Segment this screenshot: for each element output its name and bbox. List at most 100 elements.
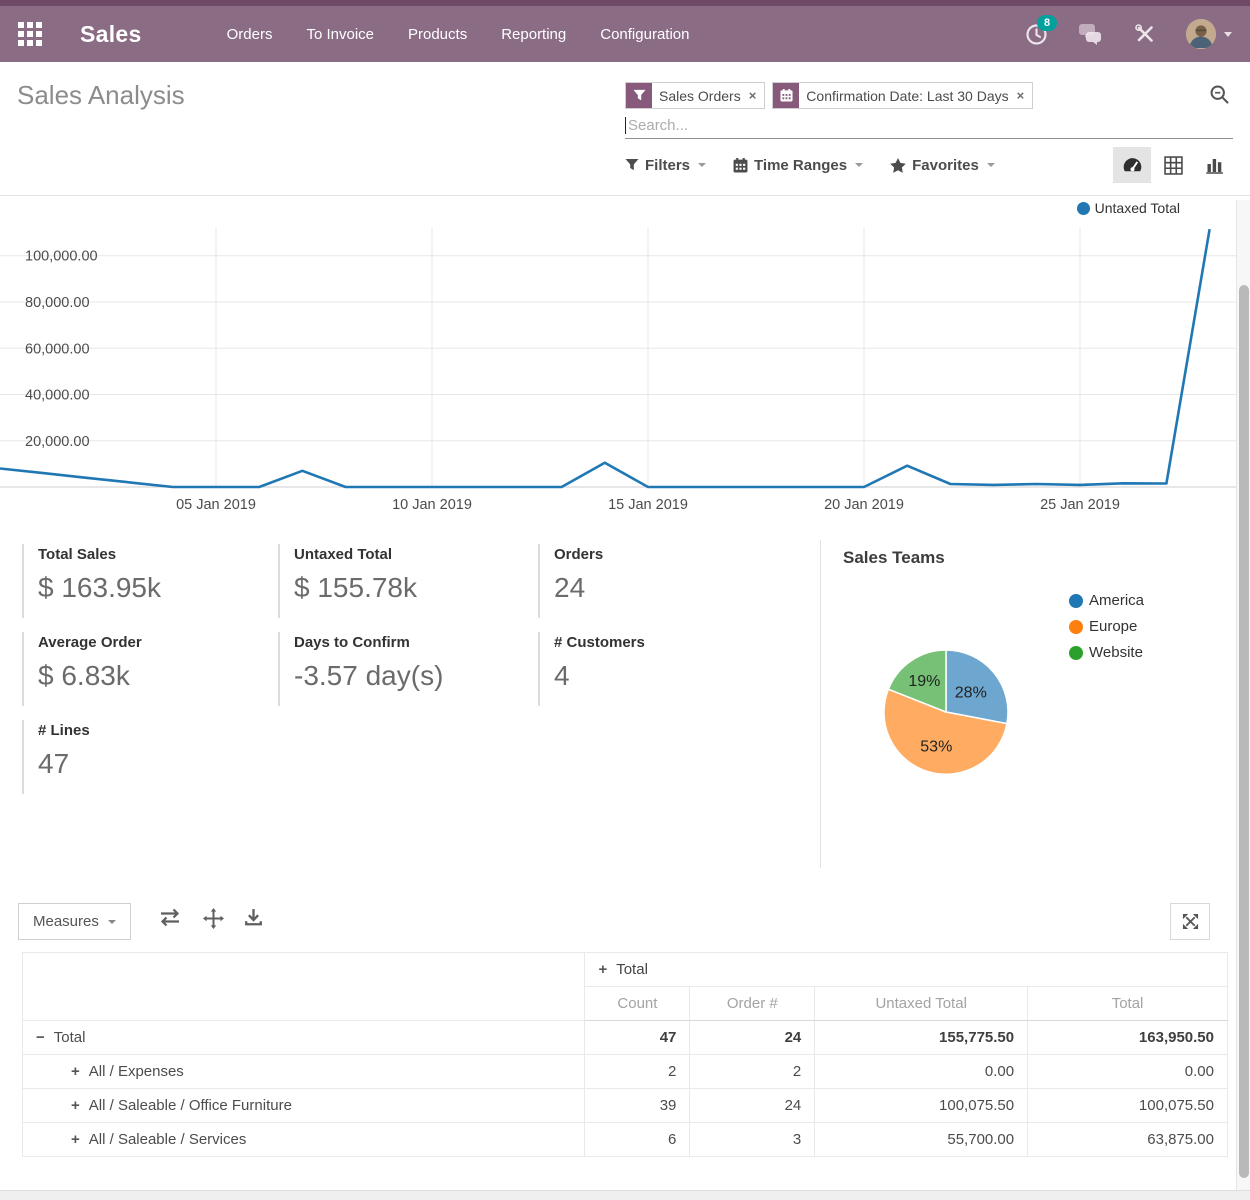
filters-button[interactable]: Filters [625, 157, 706, 174]
legend-dot [1077, 202, 1090, 215]
time-ranges-button[interactable]: Time Ranges [733, 157, 863, 174]
pie-legend-item-europe[interactable]: Europe [1069, 618, 1144, 635]
button-label: Favorites [912, 157, 979, 174]
plus-expander-icon[interactable]: + [71, 1131, 80, 1148]
pivot-row: +All / Saleable / Services6355,700.0063,… [23, 1123, 1228, 1157]
y-axis-tick-label: 80,000.00 [25, 295, 90, 311]
expand-pivot-icon[interactable] [1170, 903, 1210, 940]
nav-item-to-invoice[interactable]: To Invoice [289, 16, 391, 53]
pie-slice-label: 53% [920, 738, 952, 755]
minus-expander-icon[interactable]: − [36, 1029, 45, 1046]
pivot-row-header[interactable]: +All / Expenses [23, 1055, 585, 1089]
view-switch-pivot-icon[interactable] [1154, 147, 1192, 183]
window-bottom-edge [0, 1190, 1250, 1200]
kpi-label: Orders [554, 546, 770, 563]
avatar[interactable] [1186, 19, 1216, 49]
facet-remove-icon[interactable]: × [748, 83, 765, 108]
kpi-card-orders[interactable]: Orders 24 [538, 544, 770, 618]
button-label: Filters [645, 157, 690, 174]
kpi-value: 24 [554, 572, 770, 604]
download-xlsx-icon[interactable] [244, 908, 263, 932]
scrollbar-thumb[interactable] [1239, 285, 1249, 1178]
pivot-measure-header-total[interactable]: Total [1028, 987, 1228, 1021]
legend-dot [1069, 620, 1083, 634]
app-name[interactable]: Sales [80, 21, 142, 48]
pivot-cell: 24 [690, 1021, 815, 1055]
pivot-measure-header-untaxed-total[interactable]: Untaxed Total [815, 987, 1028, 1021]
messages-chat-icon[interactable] [1078, 23, 1104, 45]
top-navbar: Sales OrdersTo InvoiceProductsReportingC… [0, 0, 1250, 62]
plus-expander-icon[interactable]: + [71, 1097, 80, 1114]
nav-item-configuration[interactable]: Configuration [583, 16, 706, 53]
sales-teams-pie-chart[interactable]: 28%53%19% [879, 645, 1013, 779]
pivot-row: −Total4724155,775.50163,950.50 [23, 1021, 1228, 1055]
pie-legend: America Europe Website [1069, 592, 1144, 661]
pivot-column-group-total[interactable]: +Total [585, 953, 1228, 987]
facet-remove-icon[interactable]: × [1016, 83, 1033, 108]
kpi-value: -3.57 day(s) [294, 660, 510, 692]
kpi-card-days-to-confirm[interactable]: Days to Confirm-3.57 day(s) [278, 632, 510, 706]
kpi-card-average-order[interactable]: Average Order$ 6.83k [22, 632, 254, 706]
pivot-measure-header-count[interactable]: Count [585, 987, 690, 1021]
view-switch-graph-icon[interactable] [1195, 147, 1233, 183]
pivot-row-header[interactable]: +All / Saleable / Services [23, 1123, 585, 1157]
nav-item-orders[interactable]: Orders [210, 16, 290, 53]
pivot-row-header[interactable]: −Total [23, 1021, 585, 1055]
calendar-icon [773, 83, 799, 108]
search-magnifier-icon[interactable] [1209, 84, 1230, 110]
pivot-cell: 63,875.00 [1028, 1123, 1228, 1157]
kpi-card--customers[interactable]: # Customers4 [538, 632, 770, 706]
kpi-card--lines[interactable]: # Lines47 [22, 720, 254, 794]
calendar-icon [733, 158, 748, 173]
kpi-card-total-sales[interactable]: Total Sales$ 163.95k [22, 544, 254, 618]
pivot-row-header[interactable]: +All / Saleable / Office Furniture [23, 1089, 585, 1123]
pie-slice-label: 28% [955, 684, 987, 701]
legend-label: Europe [1089, 618, 1137, 635]
pie-legend-item-america[interactable]: America [1069, 592, 1144, 609]
chevron-down-icon [987, 163, 995, 167]
view-switcher [1113, 147, 1233, 183]
pivot-cell: 163,950.50 [1028, 1021, 1228, 1055]
kpi-label: Untaxed Total [294, 546, 510, 563]
text-cursor [625, 117, 626, 134]
plus-expander-icon[interactable]: + [598, 961, 607, 978]
pivot-cell: 6 [585, 1123, 690, 1157]
pivot-measure-header-order-[interactable]: Order # [690, 987, 815, 1021]
kpi-value: 47 [38, 748, 254, 780]
legend-label: Website [1089, 644, 1143, 661]
line-chart-section: Untaxed Total 20,000.0040,000.0060,000.0… [0, 196, 1236, 530]
x-axis-tick-label: 10 Jan 2019 [392, 497, 472, 513]
legend-label: America [1089, 592, 1144, 609]
chevron-down-icon [855, 163, 863, 167]
kpi-label: # Customers [554, 634, 770, 651]
favorites-button[interactable]: Favorites [890, 157, 995, 174]
plus-expander-icon[interactable]: + [71, 1063, 80, 1080]
measures-button[interactable]: Measures [18, 903, 131, 940]
apps-menu-icon[interactable] [18, 22, 42, 46]
flip-axis-icon[interactable] [158, 908, 182, 932]
search-facet: Sales Orders× [625, 82, 765, 109]
expand-all-icon[interactable] [203, 908, 224, 934]
search-facet: Confirmation Date: Last 30 Days× [772, 82, 1033, 109]
search-input[interactable]: Search... [625, 112, 1233, 139]
sales-teams-panel: Sales Teams 28%53%19% AmericaEuropeWebsi… [820, 540, 1236, 868]
untaxed-total-line-chart[interactable]: 20,000.0040,000.0060,000.0080,000.00100,… [0, 224, 1236, 524]
line-series-untaxed-total[interactable] [0, 229, 1210, 487]
nav-menus: OrdersTo InvoiceProductsReportingConfigu… [210, 16, 707, 53]
view-switch-dashboard-icon[interactable] [1113, 147, 1151, 183]
pivot-cell: 3 [690, 1123, 815, 1157]
pie-legend-item-website[interactable]: Website [1069, 644, 1144, 661]
nav-item-products[interactable]: Products [391, 16, 484, 53]
activities-clock-icon[interactable]: 8 [1025, 23, 1048, 46]
user-menu[interactable] [1186, 19, 1232, 49]
line-chart-legend[interactable]: Untaxed Total [1077, 200, 1180, 216]
star-icon [890, 158, 906, 173]
nav-item-reporting[interactable]: Reporting [484, 16, 583, 53]
activity-count-badge: 8 [1037, 15, 1057, 31]
kpi-card-untaxed-total[interactable]: Untaxed Total$ 155.78k [278, 544, 510, 618]
kpi-section: Total Sales$ 163.95k Untaxed Total$ 155.7… [0, 530, 1236, 880]
pivot-cell: 39 [585, 1089, 690, 1123]
scrollbar-track[interactable] [1236, 200, 1250, 1190]
kpi-label: Average Order [38, 634, 254, 651]
debug-tools-icon[interactable] [1134, 23, 1156, 45]
